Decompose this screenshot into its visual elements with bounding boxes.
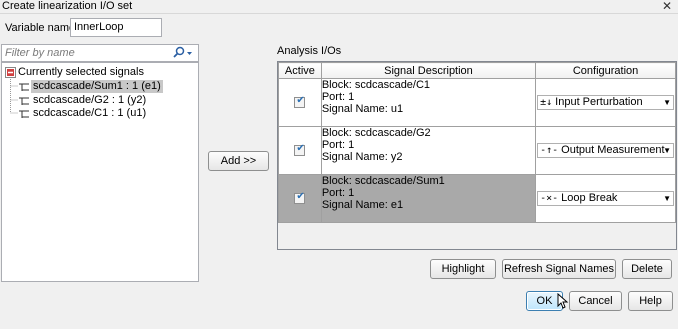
table-row[interactable]: ✔ Block: scdcascade/C1 Port: 1 Signal Na…	[278, 78, 676, 127]
signal-description-cell[interactable]: Block: scdcascade/Sum1 Port: 1 Signal Na…	[320, 174, 537, 223]
title-bar: Create linearization I/O set ✕	[0, 0, 678, 14]
filter-placeholder: Filter by name	[5, 47, 75, 59]
configuration-value: Input Perturbation	[555, 96, 643, 108]
block-text: Block: scdcascade/G2	[321, 127, 431, 139]
active-checkbox[interactable]: ✔	[294, 95, 306, 108]
active-cell[interactable]: ✔	[278, 174, 322, 223]
signal-name-text: Signal Name: e1	[321, 199, 404, 211]
signal-name-text: Signal Name: u1	[321, 103, 404, 115]
column-header-signal-description[interactable]: Signal Description	[320, 62, 537, 79]
table-row[interactable]: ✔ Block: scdcascade/G2 Port: 1 Signal Na…	[278, 126, 676, 175]
analysis-ios-table[interactable]: Active Signal Description Configuration …	[277, 61, 677, 250]
refresh-signal-names-button[interactable]: Refresh Signal Names	[502, 259, 616, 279]
column-header-configuration[interactable]: Configuration	[535, 62, 676, 79]
chevron-down-icon[interactable]: ▼	[663, 144, 671, 157]
signal-icon	[19, 97, 29, 105]
configuration-value: Loop Break	[561, 192, 618, 204]
tree-item-g2[interactable]: scdcascade/G2 : 1 (y2)	[33, 94, 146, 107]
cancel-button[interactable]: Cancel	[569, 291, 622, 311]
add-button[interactable]: Add >>	[208, 151, 269, 171]
active-cell[interactable]: ✔	[278, 78, 322, 127]
configuration-dropdown[interactable]: -×- Loop Break ▼	[537, 191, 674, 206]
window-title: Create linearization I/O set	[2, 0, 133, 12]
signal-icon	[19, 110, 29, 118]
tree-root-label[interactable]: Currently selected signals	[18, 66, 144, 79]
column-header-active[interactable]: Active	[278, 62, 322, 79]
signal-name-text: Signal Name: y2	[321, 151, 403, 163]
close-icon[interactable]: ✕	[662, 0, 672, 13]
port-text: Port: 1	[321, 187, 355, 199]
filter-input[interactable]: Filter by name	[1, 44, 199, 62]
variable-name-label: Variable name:	[5, 22, 79, 34]
search-icon[interactable]	[172, 46, 194, 60]
configuration-cell[interactable]: ±↓ Input Perturbation ▼	[535, 78, 676, 127]
signal-description-cell[interactable]: Block: scdcascade/G2 Port: 1 Signal Name…	[320, 126, 537, 175]
tree-item-c1[interactable]: scdcascade/C1 : 1 (u1)	[33, 107, 146, 120]
loop-break-icon: -×-	[540, 193, 559, 204]
active-cell[interactable]: ✔	[278, 126, 322, 175]
analysis-ios-heading: Analysis I/Os	[277, 45, 342, 57]
configuration-cell[interactable]: -×- Loop Break ▼	[535, 174, 676, 223]
signal-icon	[19, 83, 29, 91]
delete-button[interactable]: Delete	[622, 259, 672, 279]
chevron-down-icon[interactable]: ▼	[663, 192, 671, 205]
signal-description-cell[interactable]: Block: scdcascade/C1 Port: 1 Signal Name…	[320, 78, 537, 127]
selected-signals-icon	[5, 67, 16, 78]
configuration-cell[interactable]: -↑- Output Measurement ▼	[535, 126, 676, 175]
active-checkbox[interactable]: ✔	[294, 143, 306, 156]
active-checkbox[interactable]: ✔	[294, 191, 306, 204]
output-measurement-icon: -↑-	[540, 145, 559, 156]
input-perturbation-icon: ±↓	[540, 97, 553, 108]
block-text: Block: scdcascade/Sum1	[321, 175, 445, 187]
highlight-button[interactable]: Highlight	[430, 259, 496, 279]
variable-name-field[interactable]: InnerLoop	[70, 18, 162, 37]
table-row[interactable]: ✔ Block: scdcascade/Sum1 Port: 1 Signal …	[278, 174, 676, 223]
chevron-down-icon[interactable]: ▼	[663, 96, 671, 109]
configuration-dropdown[interactable]: -↑- Output Measurement ▼	[537, 143, 674, 158]
port-text: Port: 1	[321, 91, 355, 103]
mouse-pointer-icon	[557, 293, 569, 309]
configuration-value: Output Measurement	[561, 144, 665, 156]
signal-tree[interactable]: Currently selected signals scdcascade/Su…	[1, 62, 199, 282]
block-text: Block: scdcascade/C1	[321, 79, 431, 91]
help-button[interactable]: Help	[628, 291, 673, 311]
port-text: Port: 1	[321, 139, 355, 151]
configuration-dropdown[interactable]: ±↓ Input Perturbation ▼	[537, 95, 674, 110]
tree-item-sum1[interactable]: scdcascade/Sum1 : 1 (e1)	[31, 80, 163, 93]
